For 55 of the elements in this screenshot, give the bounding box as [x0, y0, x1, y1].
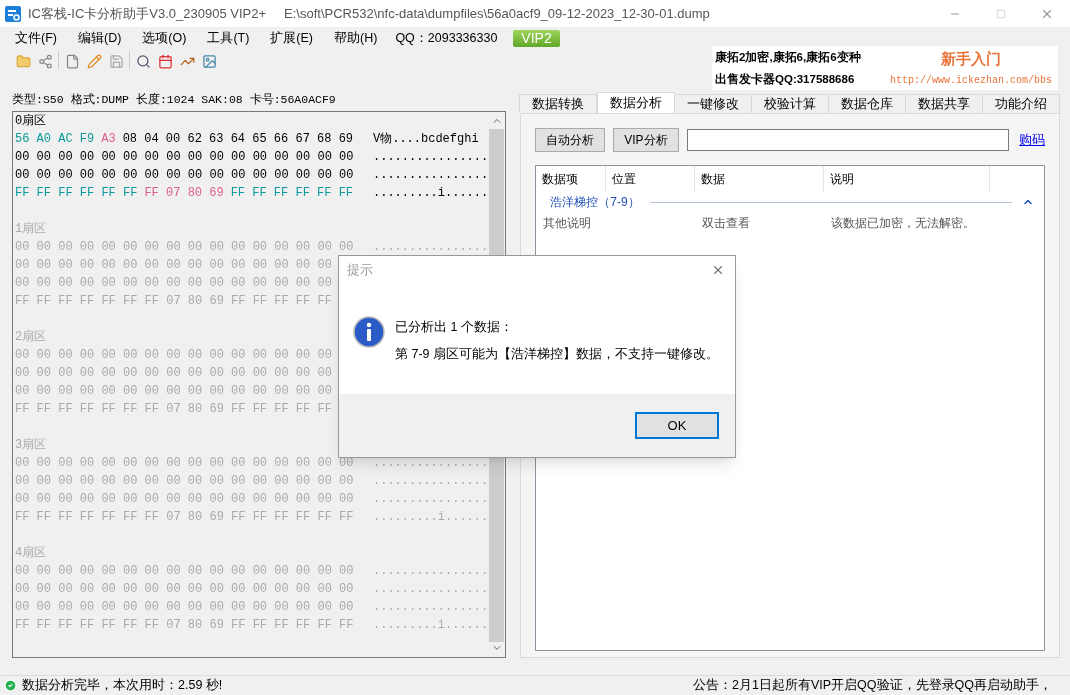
banner-title: 新手入门: [941, 49, 1001, 68]
ascii-text: ................: [373, 599, 489, 616]
qq-number: QQ：2093336330: [395, 29, 498, 47]
ascii-text: .........i......: [373, 617, 489, 634]
hex-bytes: FF FF FF FF FF FF FF 07 80 69 FF FF FF FF FF FF: [15, 617, 354, 634]
table-cell-text: 该数据已加密，无法解密。: [830, 215, 977, 232]
hex-bytes: FF FF FF FF FF FF FF 07 80 69 FF FF FF FF FF: [15, 293, 332, 310]
hex-bytes: 00 00 00 00 00 00 00 00 00 00 00 00 00 00 00: [15, 275, 332, 292]
ascii-text: .........i......: [373, 509, 489, 526]
hex-bytes: 56 A0 AC F9 A3 08 04 00 62 63 64 65 66 67 68 69: [15, 131, 354, 148]
ascii-text: ................: [373, 149, 489, 166]
hex-bytes: 00 00 00 00 00 00 00 00 00 00 00 00 00 00 00 00: [15, 239, 354, 256]
ascii-text: ................: [373, 563, 489, 580]
file-path: E:\soft\PCR532\nfc-data\dumpfiles\56a0acf9_09-12-2023_12-30-01.dump: [284, 4, 710, 23]
group-label: 浩洋梯控（7-9）: [550, 194, 640, 211]
sector-heading: 3扇区: [15, 437, 47, 454]
ascii-text: V物....bcdefghi: [373, 131, 479, 148]
sector-heading: 4扇区: [15, 545, 47, 562]
hex-bytes: 00 00 00 00 00 00 00 00 00 00 00 00 00 00 00: [15, 365, 332, 382]
card-info: 类型:S50 格式:DUMP 长度:1024 SAK:08 卡号:56A0ACF9: [12, 92, 337, 108]
hex-bytes: 00 00 00 00 00 00 00 00 00 00 00 00 00 00 00 00: [15, 581, 354, 598]
vip-badge: VIP2: [513, 29, 560, 47]
sector-heading: 1扇区: [15, 221, 47, 238]
hex-bytes: FF FF FF FF FF FF FF 07 80 69 FF FF FF FF FF: [15, 401, 332, 418]
ascii-text: ................: [373, 239, 489, 256]
status-message: 数据分析完毕，本次用时：2.59 秒!: [22, 677, 223, 695]
ascii-text: ................: [373, 491, 489, 508]
hex-bytes: 00 00 00 00 00 00 00 00 00 00 00 00 00 00 00: [15, 347, 332, 364]
table-cell-text: 双击查看: [701, 215, 752, 232]
ascii-text: ................: [373, 581, 489, 598]
hex-bytes: FF FF FF FF FF FF FF 07 80 69 FF FF FF FF FF FF: [15, 185, 354, 202]
hex-bytes: 00 00 00 00 00 00 00 00 00 00 00 00 00 00 00 00: [15, 149, 354, 166]
hex-bytes: 00 00 00 00 00 00 00 00 00 00 00 00 00 00 00 00: [15, 563, 354, 580]
hex-bytes: 00 00 00 00 00 00 00 00 00 00 00 00 00 00 00: [15, 383, 332, 400]
sector-heading: 0扇区: [15, 113, 47, 130]
ascii-text: ................: [373, 473, 489, 490]
hex-bytes: 00 00 00 00 00 00 00 00 00 00 00 00 00 00 00 00: [15, 167, 354, 184]
banner-url: http://www.ickezhan.com/bbs: [890, 74, 1052, 87]
window-title: IC客栈-IC卡分析助手V3.0_230905 VIP2+: [28, 4, 267, 23]
dialog-message: 已分析出 1 个数据：: [395, 319, 514, 336]
ascii-text: ................: [373, 167, 489, 184]
banner-text: 出售发卡器QQ:317588686: [715, 72, 856, 86]
notice-text: 公告：2月1日起所有VIP开启QQ验证，先登录QQ再启动助手，: [693, 677, 1052, 695]
ascii-text: .........i......: [373, 185, 489, 202]
dialog-message: 第 7-9 扇区可能为【浩洋梯控】数据，不支持一键修改。: [395, 345, 719, 363]
hex-bytes: FF FF FF FF FF FF FF 07 80 69 FF FF FF FF FF FF: [15, 509, 354, 526]
banner-text: 康拓2加密,康拓6,康拓6变种: [715, 50, 862, 64]
hex-bytes: 00 00 00 00 00 00 00 00 00 00 00 00 00 00 00: [15, 257, 332, 274]
hex-bytes: 00 00 00 00 00 00 00 00 00 00 00 00 00 00 00 00: [15, 473, 354, 490]
ascii-text: ................: [373, 455, 489, 472]
hex-bytes: 00 00 00 00 00 00 00 00 00 00 00 00 00 00 00 00: [15, 491, 354, 508]
dialog-title: 提示: [347, 261, 373, 279]
hex-bytes: 00 00 00 00 00 00 00 00 00 00 00 00 00 00 00 00: [15, 599, 354, 616]
sector-heading: 2扇区: [15, 329, 47, 346]
table-cell-text: 其他说明: [542, 215, 593, 232]
